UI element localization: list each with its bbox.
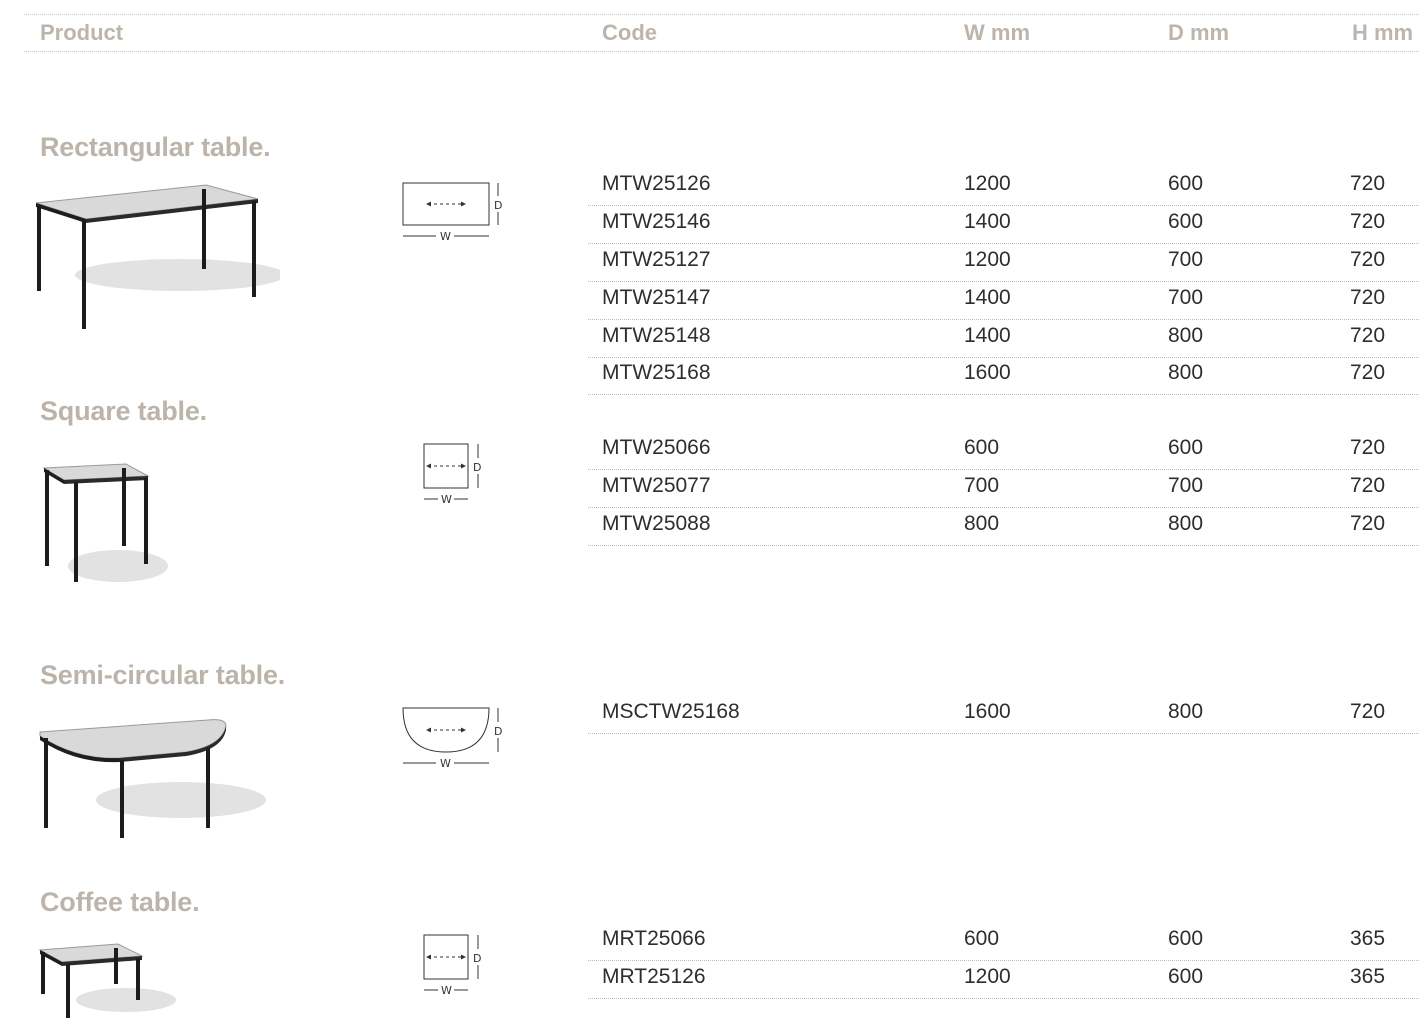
header-w-mm: W mm xyxy=(964,20,1030,45)
depth-cell: 800 xyxy=(1168,361,1204,384)
table-row: MTW25148 1400 800 720 xyxy=(588,319,1419,358)
rectangular-dimension-diagram: D W xyxy=(402,182,502,243)
dimension-label-d: D xyxy=(494,725,502,738)
height-cell: 720 xyxy=(1350,700,1386,723)
table-row: MTW25147 1400 700 720 xyxy=(588,281,1419,320)
table-row: MTW25077 700 700 720 xyxy=(588,469,1419,508)
square-dimension-diagram: D W xyxy=(423,443,481,506)
depth-cell: 800 xyxy=(1168,512,1204,535)
rectangular-table-image xyxy=(35,184,280,329)
header-code: Code xyxy=(602,20,657,45)
dimension-label-w: W xyxy=(440,757,451,770)
depth-cell: 700 xyxy=(1168,474,1204,497)
depth-cell: 800 xyxy=(1168,324,1204,347)
code-cell: MTW25147 xyxy=(602,286,711,309)
width-cell: 1600 xyxy=(964,700,1011,723)
height-cell: 365 xyxy=(1350,965,1386,988)
dimension-label-w: W xyxy=(441,493,452,506)
depth-cell: 700 xyxy=(1168,286,1204,309)
height-cell: 720 xyxy=(1350,474,1386,497)
table-row: MTW25126 1200 600 720 xyxy=(588,167,1419,206)
section-title-semi-circular: Semi-circular table. xyxy=(40,660,286,690)
width-cell: 1200 xyxy=(964,172,1011,195)
coffee-dimension-diagram: D W xyxy=(423,934,481,997)
code-cell: MTW25066 xyxy=(602,436,711,459)
depth-cell: 600 xyxy=(1168,965,1204,988)
table-row: MTW25127 1200 700 720 xyxy=(588,243,1419,282)
depth-cell: 700 xyxy=(1168,248,1204,271)
dimension-label-d: D xyxy=(473,952,481,965)
header-h-mm: H mm xyxy=(1352,20,1414,45)
width-cell: 700 xyxy=(964,474,1000,497)
code-cell: MTW25077 xyxy=(602,474,711,497)
section-title-square: Square table. xyxy=(40,396,207,426)
depth-cell: 800 xyxy=(1168,700,1204,723)
height-cell: 720 xyxy=(1350,436,1386,459)
height-cell: 720 xyxy=(1350,512,1386,535)
code-cell: MRT25126 xyxy=(602,965,706,988)
dimension-label-w: W xyxy=(441,984,452,997)
height-cell: 365 xyxy=(1350,927,1386,950)
semi-circular-table-image xyxy=(39,719,266,838)
code-cell: MRT25066 xyxy=(602,927,706,950)
width-cell: 1200 xyxy=(964,248,1011,271)
width-cell: 1200 xyxy=(964,965,1011,988)
height-cell: 720 xyxy=(1350,210,1386,233)
table-row: MTW25146 1400 600 720 xyxy=(588,205,1419,244)
dimension-label-d: D xyxy=(494,199,502,212)
table-row: MTW25088 800 800 720 xyxy=(588,507,1419,546)
table-row: MTW25066 600 600 720 xyxy=(588,431,1419,470)
height-cell: 720 xyxy=(1350,172,1386,195)
table-row: MRT25126 1200 600 365 xyxy=(588,960,1419,999)
height-cell: 720 xyxy=(1350,324,1386,347)
header-d-mm: D mm xyxy=(1168,20,1230,45)
depth-cell: 600 xyxy=(1168,927,1204,950)
width-cell: 1600 xyxy=(964,361,1011,384)
code-cell: MTW25168 xyxy=(602,361,711,384)
section-title-coffee: Coffee table. xyxy=(40,887,200,917)
code-cell: MTW25126 xyxy=(602,172,711,195)
depth-cell: 600 xyxy=(1168,172,1204,195)
code-cell: MTW25146 xyxy=(602,210,711,233)
depth-cell: 600 xyxy=(1168,436,1204,459)
dimension-label-d: D xyxy=(473,461,481,474)
height-cell: 720 xyxy=(1350,248,1386,271)
width-cell: 800 xyxy=(964,512,1000,535)
code-cell: MTW25127 xyxy=(602,248,711,271)
depth-cell: 600 xyxy=(1168,210,1204,233)
width-cell: 600 xyxy=(964,927,1000,950)
width-cell: 1400 xyxy=(964,286,1011,309)
semi-circular-dimension-diagram: D W xyxy=(402,707,502,770)
width-cell: 1400 xyxy=(964,210,1011,233)
width-cell: 600 xyxy=(964,436,1000,459)
square-table-image xyxy=(42,463,168,582)
coffee-table-image xyxy=(38,943,176,1018)
height-cell: 720 xyxy=(1350,361,1386,384)
width-cell: 1400 xyxy=(964,324,1011,347)
header-product: Product xyxy=(40,20,124,45)
header-top-rule xyxy=(24,14,1419,15)
code-cell: MTW25088 xyxy=(602,512,711,535)
height-cell: 720 xyxy=(1350,286,1386,309)
code-cell: MSCTW25168 xyxy=(602,700,740,723)
dimension-label-w: W xyxy=(440,230,451,243)
table-row: MTW25168 1600 800 720 xyxy=(588,356,1419,395)
section-title-rectangular: Rectangular table. xyxy=(40,132,271,162)
table-row: MSCTW25168 1600 800 720 xyxy=(588,695,1419,734)
table-row: MRT25066 600 600 365 xyxy=(588,922,1419,961)
code-cell: MTW25148 xyxy=(602,324,711,347)
header-bottom-rule xyxy=(24,51,1419,52)
